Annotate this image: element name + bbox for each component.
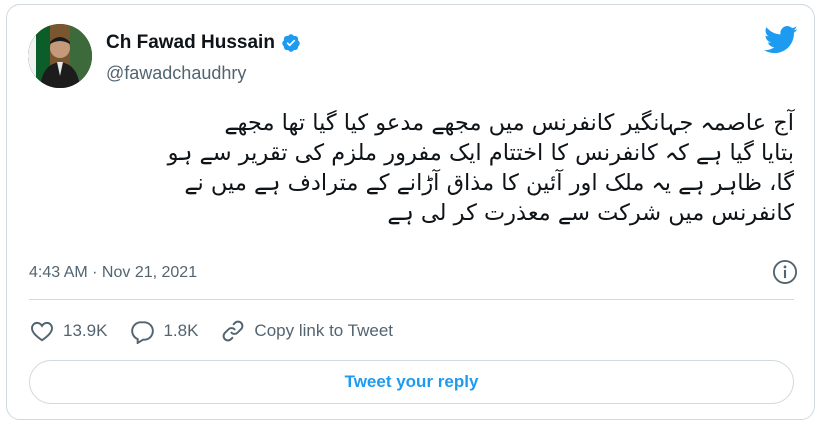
divider — [29, 299, 794, 300]
action-bar: 13.9K 1.8K Copy link to Tweet — [29, 315, 415, 347]
copy-link-label: Copy link to Tweet — [254, 321, 394, 340]
like-count: 13.9K — [63, 321, 108, 340]
copy-link-button[interactable]: Copy link to Tweet — [220, 318, 393, 344]
avatar[interactable] — [28, 24, 92, 88]
tweet-card: Ch Fawad Hussain @fawadchaudhry آج عاصمہ… — [6, 4, 815, 420]
twitter-bird-icon[interactable] — [764, 25, 798, 55]
tweet-timestamp[interactable]: 4:43 AM · Nov 21, 2021 — [29, 264, 197, 282]
reply-button[interactable]: 1.8K — [129, 318, 198, 344]
author-handle[interactable]: @fawadchaudhry — [106, 63, 246, 84]
author-name[interactable]: Ch Fawad Hussain — [106, 32, 275, 54]
verified-badge-icon — [282, 34, 300, 52]
tweet-your-reply-button[interactable]: Tweet your reply — [29, 360, 794, 404]
reply-bubble-icon — [131, 321, 155, 344]
heart-icon — [31, 321, 53, 342]
tweet-text: آج عاصمہ جہانگیر کانفرنس میں مجھے مدعو ک… — [167, 110, 794, 226]
author-row[interactable]: Ch Fawad Hussain — [106, 32, 301, 54]
link-icon — [223, 320, 244, 342]
like-button[interactable]: 13.9K — [29, 318, 107, 344]
reply-count: 1.8K — [163, 321, 199, 340]
info-icon[interactable] — [771, 258, 799, 286]
